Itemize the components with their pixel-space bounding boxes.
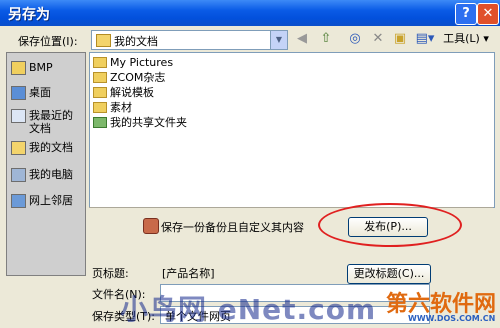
desktop-icon xyxy=(11,86,26,100)
my-documents-icon xyxy=(96,34,111,47)
place-my-documents[interactable]: 我的文档 xyxy=(11,141,73,155)
place-my-computer[interactable]: 我的电脑 xyxy=(11,168,73,182)
watermark-right-url: WWW.DOS.COM.CN xyxy=(408,314,496,323)
list-item[interactable]: 解说模板 xyxy=(93,85,154,99)
back-icon[interactable]: ◀ xyxy=(294,30,310,48)
folder-icon xyxy=(93,86,107,98)
shared-folder-icon xyxy=(93,116,107,128)
folder-icon xyxy=(93,101,107,113)
views-menu-icon[interactable]: ▤▾ xyxy=(414,30,436,48)
publish-icon xyxy=(143,218,159,234)
network-places-icon xyxy=(11,194,26,208)
file-list[interactable]: My Pictures ZCOM杂志 解说模板 素材 我的共享文件夹 xyxy=(89,52,495,208)
list-item[interactable]: 素材 xyxy=(93,100,132,114)
save-in-value: 我的文档 xyxy=(114,35,158,48)
recent-documents-icon xyxy=(11,109,26,123)
save-as-dialog: 另存为 ? ✕ 保存位置(I): 我的文档 ▼ ◀ ⇧ ◎ ✕ ▣ ▤▾ 工具(… xyxy=(0,0,500,328)
chevron-down-icon[interactable]: ▼ xyxy=(270,31,287,49)
list-item[interactable]: 我的共享文件夹 xyxy=(93,115,187,129)
save-in-combobox[interactable]: 我的文档 ▼ xyxy=(91,30,288,50)
new-folder-icon[interactable]: ▣ xyxy=(392,30,408,48)
place-desktop[interactable]: 桌面 xyxy=(11,86,51,100)
delete-icon[interactable]: ✕ xyxy=(370,30,386,48)
folder-icon xyxy=(11,61,26,75)
my-computer-icon xyxy=(11,168,26,182)
folder-icon xyxy=(93,71,107,83)
my-documents-icon xyxy=(11,141,26,155)
change-title-button[interactable]: 更改标题(C)... xyxy=(347,264,431,284)
title-bar: 另存为 ? ✕ xyxy=(0,0,500,26)
page-title-value: [产品名称] xyxy=(162,267,215,280)
place-bmp[interactable]: BMP xyxy=(11,61,53,75)
tools-menu[interactable]: 工具(L) ▾ xyxy=(441,30,491,48)
list-item[interactable]: My Pictures xyxy=(93,55,173,69)
tools-menu-label: 工具(L) xyxy=(443,32,480,45)
watermark-left: 小鸟网 eNet.com xyxy=(120,293,377,326)
place-recent-documents[interactable]: 我最近的文档 xyxy=(11,109,81,135)
window-title: 另存为 xyxy=(8,7,50,23)
highlight-annotation xyxy=(318,203,462,247)
publish-description: 保存一份备份且自定义其内容 xyxy=(161,221,304,234)
help-button[interactable]: ? xyxy=(455,3,477,25)
close-button[interactable]: ✕ xyxy=(477,3,499,25)
place-network[interactable]: 网上邻居 xyxy=(11,194,73,208)
up-folder-icon[interactable]: ⇧ xyxy=(318,30,334,48)
folder-icon xyxy=(93,56,107,68)
page-title-label: 页标题: xyxy=(92,267,129,280)
search-web-icon[interactable]: ◎ xyxy=(346,30,364,48)
save-in-label: 保存位置(I): xyxy=(18,35,78,48)
places-bar: BMP 桌面 我最近的文档 我的文档 我的电脑 网上邻居 xyxy=(6,52,86,276)
list-item[interactable]: ZCOM杂志 xyxy=(93,70,165,84)
